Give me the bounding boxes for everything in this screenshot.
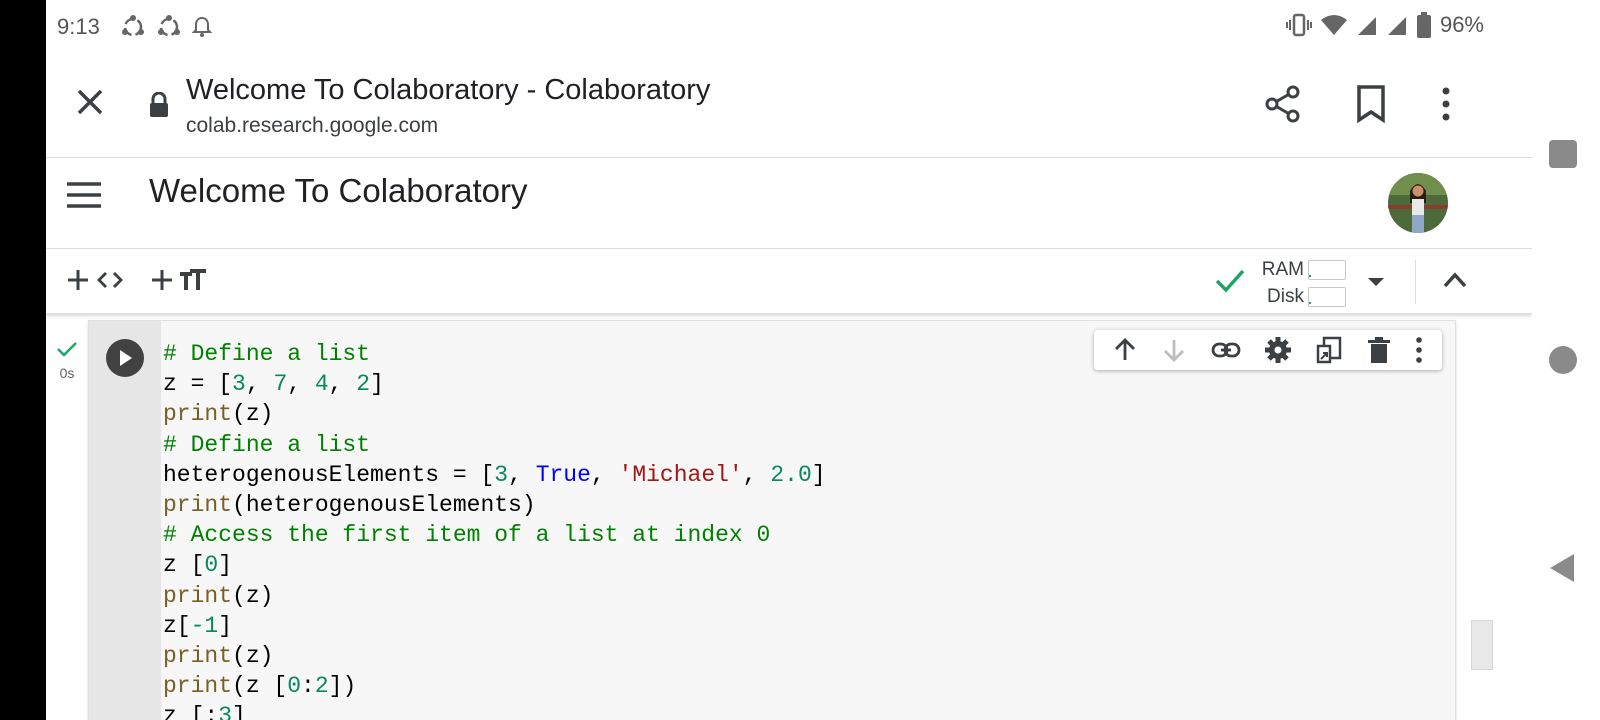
text-format-icon [180,269,206,290]
signal-icon [1357,17,1376,35]
scrollbar-thumb[interactable] [1471,620,1493,670]
plus-icon [68,270,88,290]
more-vert-icon[interactable] [1440,85,1452,123]
vibrate-icon [1285,13,1312,37]
battery-icon [1416,12,1431,38]
move-down-icon[interactable] [1161,337,1187,363]
resource-meters[interactable] [1308,260,1346,314]
chevron-up-icon[interactable] [1442,270,1468,290]
add-code-button[interactable] [66,268,124,292]
share-icon[interactable] [1264,85,1302,123]
phone-screen: 9:13 96% Welcome To Colaboratory - Colab… [46,0,1532,720]
page-url[interactable]: colab.research.google.com [186,114,438,138]
cell-gutter [89,321,161,720]
sync-icon [158,15,180,37]
back-icon[interactable] [1548,552,1576,584]
code-brackets-icon [97,272,123,288]
code-editor[interactable]: # Define a list z = [3, 7, 4, 2] print(z… [163,339,826,720]
system-navigation-bar [1532,0,1600,720]
notebook-title[interactable]: Welcome To Colaboratory [149,172,527,210]
code-comment: # Define a list [163,341,371,367]
dropdown-arrow-icon[interactable] [1366,276,1386,288]
status-bar: 9:13 96% [46,0,1532,52]
disk-meter [1308,287,1346,307]
recents-button[interactable] [1549,140,1577,168]
run-cell-button[interactable] [106,339,144,377]
move-up-icon[interactable] [1112,337,1138,363]
exec-time: 0s [59,365,75,381]
cell-exec-status: 0s [56,340,78,381]
code-cell[interactable]: # Define a list z = [3, 7, 4, 2] print(z… [88,320,1456,720]
disk-label: Disk [1267,286,1304,307]
menu-icon[interactable] [66,180,102,210]
avatar[interactable] [1388,173,1448,233]
wifi-icon [1320,15,1347,35]
status-time: 9:13 [57,14,100,39]
settings-icon[interactable] [1264,336,1292,364]
signal-icon [1387,17,1406,35]
avatar-photo [1388,173,1448,233]
add-text-button[interactable] [150,268,208,292]
close-icon[interactable] [74,86,106,118]
screen-edge [0,0,46,720]
connected-check-icon [1215,269,1245,293]
play-icon [120,350,132,366]
bookmark-icon[interactable] [1354,85,1388,123]
lock-icon [150,92,168,117]
link-icon[interactable] [1211,340,1241,360]
more-vert-icon[interactable] [1414,336,1424,364]
home-button[interactable] [1549,346,1577,374]
notebook-toolbar: RAM Disk [46,250,1532,314]
cell-toolbar [1094,330,1442,370]
browser-toolbar: Welcome To Colaboratory - Colaboratory c… [46,52,1532,158]
ram-meter [1308,260,1346,280]
success-check-icon [57,342,77,357]
delete-icon[interactable] [1367,336,1391,364]
plus-icon [152,270,172,290]
resource-labels[interactable]: RAM Disk [1254,256,1304,310]
mirror-cell-icon[interactable] [1315,336,1343,364]
notification-bell-icon [192,16,212,37]
toolbar-divider [1415,260,1416,304]
notebook-header: Welcome To Colaboratory [46,158,1532,249]
ram-label: RAM [1261,259,1304,280]
sync-icon [122,15,144,37]
battery-percent: 96% [1439,12,1484,37]
page-title: Welcome To Colaboratory - Colaboratory [186,74,711,106]
